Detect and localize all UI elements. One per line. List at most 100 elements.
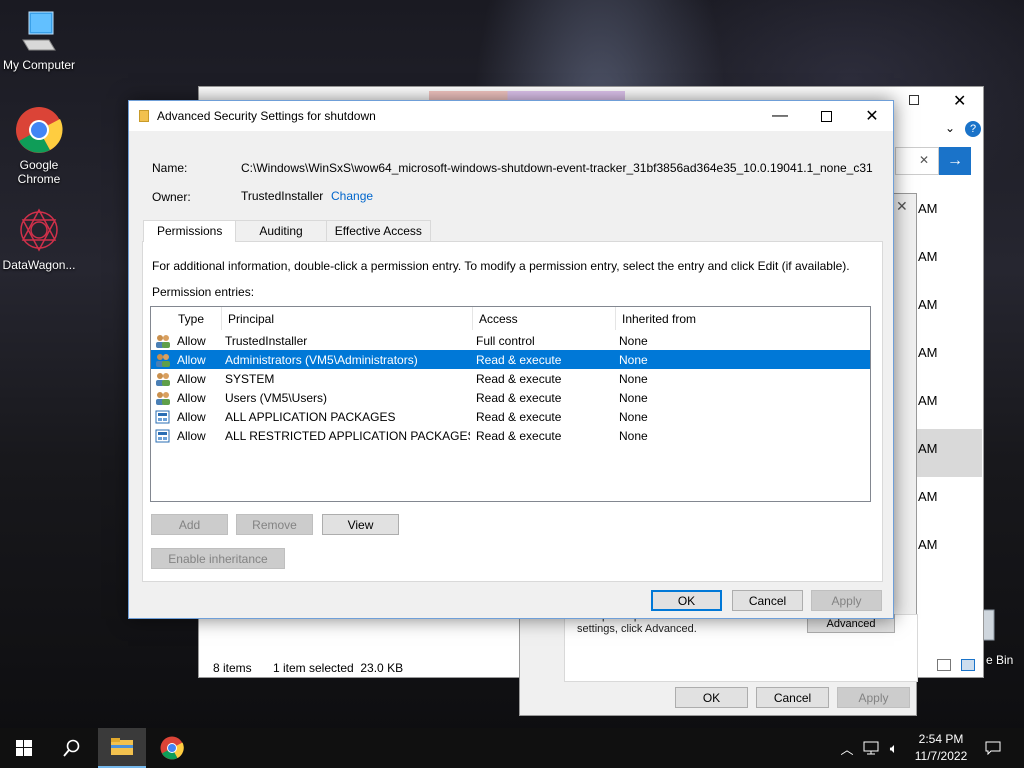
users-icon	[155, 353, 171, 367]
maximize-icon[interactable]	[909, 95, 919, 105]
list-item-time: AM	[918, 297, 938, 312]
permission-type: Allow	[177, 371, 206, 386]
permission-principal: TrustedInstaller	[225, 333, 308, 348]
permission-principal: ALL APPLICATION PACKAGES	[225, 409, 396, 424]
name-value: C:\Windows\WinSxS\wow64_microsoft-window…	[241, 161, 873, 175]
enable-inheritance-button[interactable]: Enable inheritance	[151, 548, 285, 569]
chrome-icon	[160, 736, 184, 760]
apply-button[interactable]: Apply	[837, 687, 910, 708]
taskbar: ︿ 🔈︎ 2:54 PM 11/7/2022	[0, 728, 1024, 768]
clock-time: 2:54 PM	[918, 732, 964, 746]
add-button[interactable]: Add	[151, 514, 228, 535]
permission-entry-row[interactable]: Allow TrustedInstaller Full control None	[151, 331, 870, 350]
view-button[interactable]: View	[322, 514, 399, 535]
permission-entry-row[interactable]: Allow Users (VM5\Users) Read & execute None	[151, 388, 870, 407]
advanced-security-settings-dialog[interactable]: Advanced Security Settings for shutdown …	[128, 100, 894, 619]
permission-access: Full control	[476, 333, 535, 348]
desktop-icon-datawagon[interactable]: DataWagon...	[0, 206, 78, 272]
ok-button[interactable]: OK	[675, 687, 748, 708]
details-view-icon[interactable]	[937, 659, 951, 671]
start-button[interactable]	[0, 728, 48, 768]
expand-ribbon-icon[interactable]: ⌄	[945, 121, 955, 135]
close-icon[interactable]: ✕	[896, 198, 908, 215]
network-icon[interactable]	[860, 728, 882, 768]
search-icon[interactable]	[48, 728, 96, 768]
entries-label: Permission entries:	[152, 285, 255, 299]
permission-inherited: None	[619, 371, 648, 386]
remove-button[interactable]: Remove	[236, 514, 313, 535]
permission-access: Read & execute	[476, 390, 562, 405]
permission-inherited: None	[619, 428, 648, 443]
clock[interactable]: 2:54 PM 11/7/2022	[906, 728, 976, 768]
package-icon	[155, 429, 171, 443]
permission-principal: Administrators (VM5\Administrators)	[225, 352, 418, 367]
permission-entries-list[interactable]: Type Principal Access Inherited from All…	[150, 306, 871, 502]
close-button[interactable]: ✕	[849, 101, 895, 131]
owner-label: Owner:	[152, 190, 191, 204]
tab-auditing[interactable]: Auditing	[235, 220, 327, 241]
permission-type: Allow	[177, 352, 206, 367]
tab-permissions[interactable]: Permissions	[143, 220, 237, 242]
desktop-icon-google-chrome[interactable]: Google Chrome	[0, 106, 78, 186]
close-icon[interactable]: ✕	[953, 91, 966, 111]
minimize-button[interactable]: —	[757, 101, 803, 131]
search-box[interactable]	[895, 147, 939, 175]
folder-icon	[111, 738, 133, 755]
apply-button[interactable]: Apply	[811, 590, 882, 611]
search-go-button[interactable]: →	[939, 147, 971, 175]
ok-button[interactable]: OK	[651, 590, 722, 611]
file-explorer-taskbar-button[interactable]	[98, 728, 146, 768]
tab-bar: Permissions Auditing Effective Access	[143, 220, 431, 242]
folder-icon	[139, 110, 149, 122]
column-header-inherited[interactable]: Inherited from	[616, 307, 870, 330]
permission-principal: SYSTEM	[225, 371, 275, 386]
column-header-access[interactable]: Access	[473, 307, 616, 330]
windows-logo-icon	[16, 740, 32, 756]
clear-search-icon[interactable]: ✕	[919, 153, 929, 167]
users-icon	[155, 391, 171, 405]
users-icon	[155, 334, 171, 348]
list-header: Type Principal Access Inherited from	[151, 307, 870, 331]
column-header-principal[interactable]: Principal	[222, 307, 473, 330]
volume-icon[interactable]: 🔈︎	[884, 728, 904, 768]
permission-type: Allow	[177, 333, 206, 348]
desktop-icon-my-computer[interactable]: My Computer	[0, 10, 78, 72]
permission-type: Allow	[177, 428, 206, 443]
name-label: Name:	[152, 161, 188, 175]
permission-access: Read & execute	[476, 409, 562, 424]
status-selection: 1 item selected 23.0 KB	[273, 661, 404, 675]
show-hidden-icons-icon[interactable]: ︿	[838, 728, 856, 768]
cancel-button[interactable]: Cancel	[732, 590, 803, 611]
permission-principal: Users (VM5\Users)	[225, 390, 328, 405]
permission-inherited: None	[619, 333, 648, 348]
list-item-time: AM	[918, 249, 938, 264]
permission-entry-row[interactable]: Allow SYSTEM Read & execute None	[151, 369, 870, 388]
datawagon-icon	[15, 206, 63, 254]
chrome-taskbar-button[interactable]	[148, 728, 196, 768]
permission-entry-row[interactable]: Allow Administrators (VM5\Administrators)…	[151, 350, 870, 369]
help-icon[interactable]: ?	[965, 121, 981, 137]
list-item-time: AM	[918, 345, 938, 360]
info-text: For additional information, double-click…	[152, 259, 850, 273]
permission-type: Allow	[177, 409, 206, 424]
permission-entry-row[interactable]: Allow ALL RESTRICTED APPLICATION PACKAGES…	[151, 426, 870, 445]
change-owner-link[interactable]: Change	[331, 189, 373, 203]
list-item-time: AM	[918, 537, 938, 552]
tab-effective-access[interactable]: Effective Access	[325, 220, 431, 241]
desktop-icon-label: My Computer	[2, 58, 76, 72]
tiles-view-icon[interactable]	[961, 659, 975, 671]
permission-entry-row[interactable]: Allow ALL APPLICATION PACKAGES Read & exec…	[151, 407, 870, 426]
permission-inherited: None	[619, 390, 648, 405]
list-item-time: AM	[918, 441, 938, 456]
permission-access: Read & execute	[476, 352, 562, 367]
column-header-type[interactable]: Type	[151, 307, 222, 330]
permission-access: Read & execute	[476, 371, 562, 386]
dialog-title: Advanced Security Settings for shutdown	[157, 109, 376, 123]
desktop-icon-label: DataWagon...	[2, 258, 76, 272]
status-item-count: 8 items	[213, 661, 252, 675]
list-item-time: AM	[918, 393, 938, 408]
permission-inherited: None	[619, 409, 648, 424]
notifications-icon[interactable]	[976, 728, 1010, 768]
maximize-button[interactable]	[803, 101, 849, 131]
cancel-button[interactable]: Cancel	[756, 687, 829, 708]
